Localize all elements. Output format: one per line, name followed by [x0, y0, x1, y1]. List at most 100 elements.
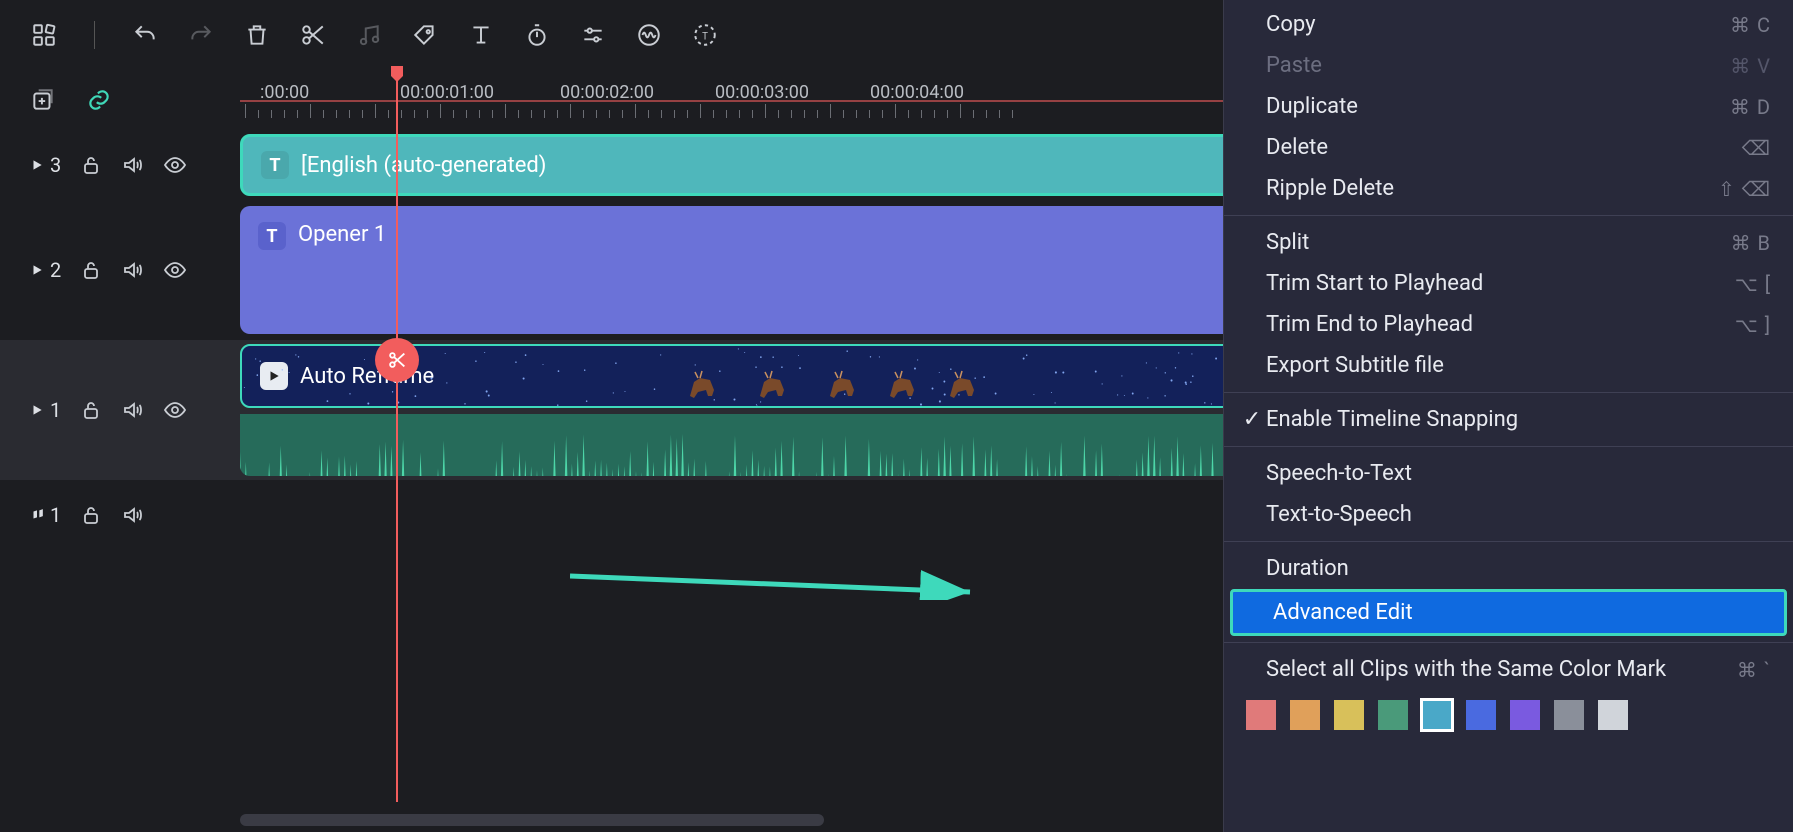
- lock-icon[interactable]: [79, 503, 103, 527]
- ctx-item-delete[interactable]: Delete⌫: [1224, 127, 1793, 168]
- speaker-icon[interactable]: [121, 503, 145, 527]
- ctx-item-label: Select all Clips with the Same Color Mar…: [1266, 657, 1737, 682]
- undo-icon[interactable]: [131, 21, 159, 49]
- ctx-item-label: Export Subtitle file: [1266, 353, 1771, 378]
- color-swatch[interactable]: [1246, 700, 1276, 730]
- track-control-1-video: 1: [0, 340, 240, 480]
- track-label: 2: [30, 258, 61, 282]
- ctx-item-label: Advanced Edit: [1273, 600, 1768, 625]
- scissors-icon[interactable]: [299, 21, 327, 49]
- ctx-item-label: Enable Timeline Snapping: [1266, 407, 1771, 432]
- audio-wave-icon[interactable]: [635, 21, 663, 49]
- tag-icon[interactable]: [411, 21, 439, 49]
- ctx-item-label: Text-to-Speech: [1266, 502, 1771, 527]
- ctx-item-export-subtitle-file[interactable]: Export Subtitle file: [1224, 345, 1793, 386]
- ctx-shortcut: ⌥ [: [1735, 272, 1771, 296]
- track-controls-panel: 3 2 1 1: [0, 70, 240, 802]
- layout-icon[interactable]: [30, 21, 58, 49]
- color-swatch[interactable]: [1510, 700, 1540, 730]
- ctx-item-text-to-speech[interactable]: Text-to-Speech: [1224, 494, 1793, 535]
- ctx-item-advanced-edit[interactable]: Advanced Edit: [1230, 589, 1787, 636]
- playhead-marker-icon: [389, 66, 405, 84]
- color-swatch[interactable]: [1466, 700, 1496, 730]
- color-swatch[interactable]: [1422, 700, 1452, 730]
- add-track-icon[interactable]: [30, 87, 56, 113]
- lock-icon[interactable]: [79, 258, 103, 282]
- text-icon[interactable]: [467, 21, 495, 49]
- eye-icon[interactable]: [163, 398, 187, 422]
- ctx-item-label: Trim End to Playhead: [1266, 312, 1735, 337]
- text-badge-icon: T: [261, 151, 289, 179]
- color-swatch[interactable]: [1290, 700, 1320, 730]
- link-icon[interactable]: [86, 87, 112, 113]
- ctx-shortcut: ⌥ ]: [1735, 313, 1771, 337]
- redo-icon[interactable]: [187, 21, 215, 49]
- ctx-item-label: Split: [1266, 230, 1731, 255]
- color-swatch[interactable]: [1334, 700, 1364, 730]
- eye-icon[interactable]: [163, 258, 187, 282]
- ruler-time-label: 00:00:04:00: [870, 82, 964, 103]
- speaker-icon[interactable]: [121, 153, 145, 177]
- ctx-item-select-all-clips-with-the-same-color-mark[interactable]: Select all Clips with the Same Color Mar…: [1224, 649, 1793, 690]
- trash-icon[interactable]: [243, 21, 271, 49]
- track-number: 3: [50, 153, 61, 177]
- ctx-item-label: Duplicate: [1266, 94, 1730, 119]
- ruler-time-label: 00:00:02:00: [560, 82, 654, 103]
- ctx-item-enable-timeline-snapping[interactable]: ✓Enable Timeline Snapping: [1224, 399, 1793, 440]
- scrollbar-thumb[interactable]: [240, 814, 824, 826]
- context-menu: Copy⌘ CPaste⌘ VDuplicate⌘ DDelete⌫Ripple…: [1223, 0, 1793, 832]
- ctx-shortcut: ⌘ B: [1731, 231, 1771, 255]
- play-badge-icon: [260, 362, 288, 390]
- duration-icon[interactable]: T: [691, 21, 719, 49]
- toolbar-separator: [94, 21, 95, 49]
- track-number: 2: [50, 258, 61, 282]
- ctx-item-label: Trim Start to Playhead: [1266, 271, 1735, 296]
- eye-icon[interactable]: [163, 153, 187, 177]
- track-label: 1: [30, 398, 61, 422]
- ctx-shortcut: ⌘ V: [1730, 54, 1771, 78]
- ruler-time-label: :00:00: [260, 82, 309, 103]
- speaker-icon[interactable]: [121, 258, 145, 282]
- track-number: 1: [50, 398, 61, 422]
- speaker-icon[interactable]: [121, 398, 145, 422]
- ctx-item-copy[interactable]: Copy⌘ C: [1224, 4, 1793, 45]
- ctx-item-duplicate[interactable]: Duplicate⌘ D: [1224, 86, 1793, 127]
- playhead[interactable]: [396, 70, 398, 802]
- playhead-scissors-icon[interactable]: [375, 338, 419, 382]
- ctx-item-paste[interactable]: Paste⌘ V: [1224, 45, 1793, 86]
- ctx-shortcut: ⌘ D: [1730, 95, 1771, 119]
- color-swatch[interactable]: [1554, 700, 1584, 730]
- track-control-1-audio: 1: [0, 480, 240, 550]
- ctx-item-trim-end-to-playhead[interactable]: Trim End to Playhead⌥ ]: [1224, 304, 1793, 345]
- clip-label: [English (auto-generated): [301, 153, 546, 178]
- ctx-item-duration[interactable]: Duration: [1224, 548, 1793, 589]
- track-number: 1: [50, 503, 61, 527]
- ctx-item-label: Ripple Delete: [1266, 176, 1718, 201]
- track-control-2: 2: [0, 200, 240, 340]
- ctx-item-label: Copy: [1266, 12, 1730, 37]
- color-swatch[interactable]: [1598, 700, 1628, 730]
- ctx-item-trim-start-to-playhead[interactable]: Trim Start to Playhead⌥ [: [1224, 263, 1793, 304]
- text-badge-icon: T: [258, 222, 286, 250]
- ruler-time-label: 00:00:01:00: [400, 82, 494, 103]
- ctx-shortcut: ⌘ `: [1737, 658, 1771, 682]
- ctx-item-label: Speech-to-Text: [1266, 461, 1771, 486]
- stopwatch-icon[interactable]: [523, 21, 551, 49]
- lock-icon[interactable]: [79, 398, 103, 422]
- ctx-item-split[interactable]: Split⌘ B: [1224, 222, 1793, 263]
- color-swatch-row: [1224, 690, 1793, 740]
- ctx-item-speech-to-text[interactable]: Speech-to-Text: [1224, 453, 1793, 494]
- track-label: 1: [30, 503, 61, 527]
- ctx-item-label: Duration: [1266, 556, 1771, 581]
- color-swatch[interactable]: [1378, 700, 1408, 730]
- clip-label: Opener 1: [298, 222, 386, 247]
- lock-icon[interactable]: [79, 153, 103, 177]
- track-label: 3: [30, 153, 61, 177]
- sliders-icon[interactable]: [579, 21, 607, 49]
- svg-text:T: T: [702, 31, 708, 42]
- track-control-3: 3: [0, 130, 240, 200]
- timeline-scrollbar[interactable]: [240, 814, 1213, 826]
- ctx-item-label: Paste: [1266, 53, 1730, 78]
- ctx-item-ripple-delete[interactable]: Ripple Delete⇧ ⌫: [1224, 168, 1793, 209]
- music-note-icon[interactable]: [355, 21, 383, 49]
